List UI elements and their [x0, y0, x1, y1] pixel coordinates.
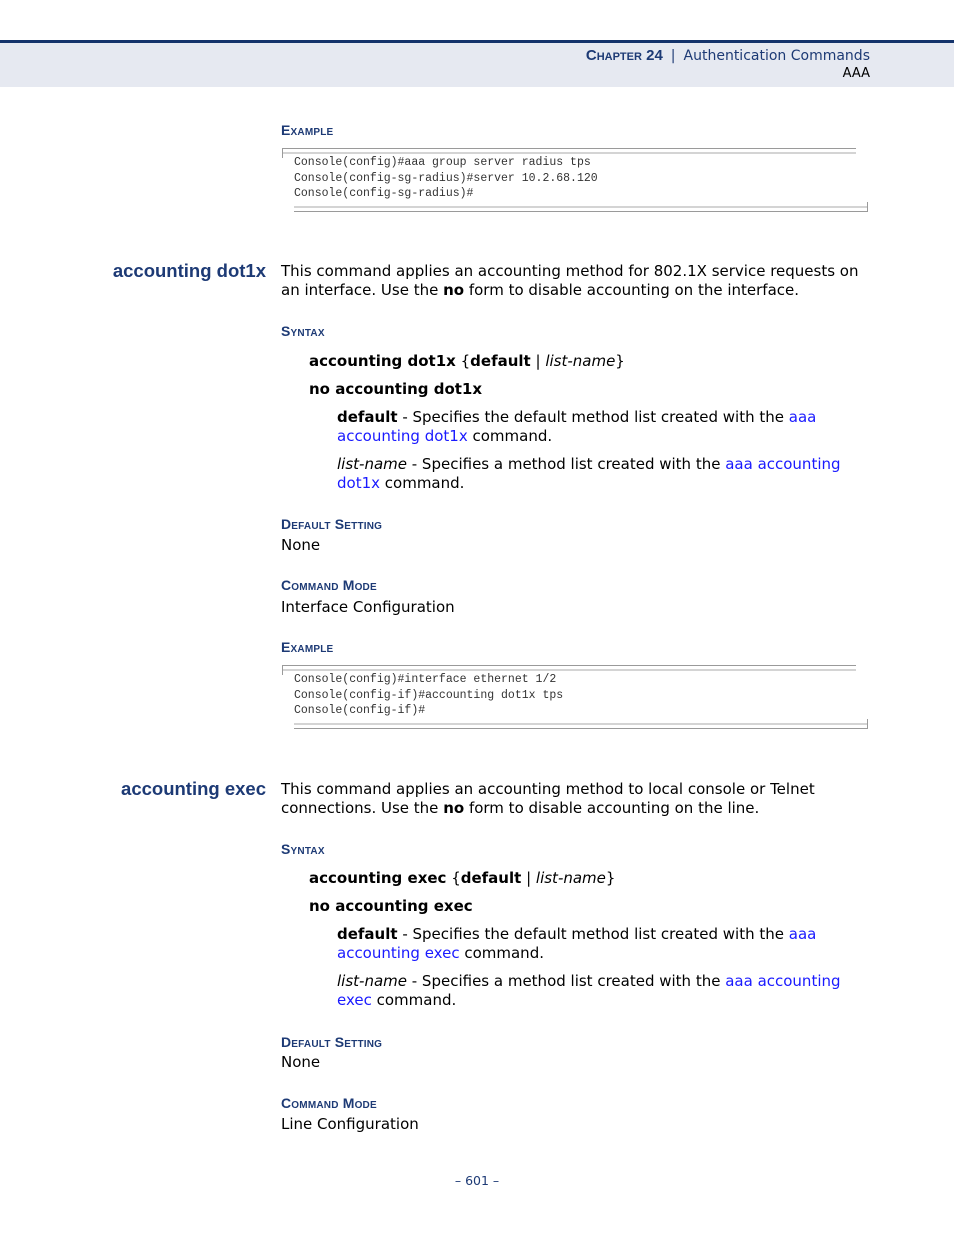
chapter-title: Authentication Commands	[683, 48, 870, 64]
syntax-no-form: no accounting dot1x	[309, 380, 482, 398]
example-heading: Example	[281, 639, 334, 655]
syntax-command: accounting exec	[309, 869, 447, 887]
default-setting-value: None	[281, 536, 321, 554]
parameter-item: default - Specifies the default method l…	[337, 408, 872, 446]
code-block: Console(config)#interface ethernet 1/2 C…	[282, 665, 868, 729]
command-mode-value: Interface Configuration	[281, 598, 455, 616]
syntax-pipe: |	[521, 869, 536, 887]
code-line: Console(config)#aaa group server radius …	[294, 156, 591, 169]
syntax-brace: }	[605, 869, 616, 887]
code-right-tick	[867, 719, 868, 729]
code-line: Console(config-if)#	[294, 704, 426, 717]
page-number: – 601 –	[454, 1173, 500, 1188]
description-bold: no	[443, 799, 465, 817]
parameter-text: command.	[467, 427, 553, 445]
parameter-item: default - Specifies the default method l…	[337, 925, 872, 963]
command-mode-heading: Command Mode	[281, 577, 377, 593]
code-block: Console(config)#aaa group server radius …	[282, 148, 868, 212]
syntax-pipe: |	[530, 352, 546, 370]
syntax-heading: Syntax	[281, 323, 325, 339]
parameter-text: - Specifies a method list created with t…	[406, 455, 726, 473]
parameter-text: - Specifies the default method list crea…	[397, 925, 789, 943]
code-top-rule	[282, 148, 856, 154]
header-chapter-line: Chapter 24 | Authentication Commands	[586, 47, 870, 64]
parameter-text: command.	[459, 944, 544, 962]
parameter-name: list-name	[337, 455, 407, 473]
chapter-number: Chapter 24	[585, 47, 663, 64]
code-line: Console(config-sg-radius)#	[294, 187, 474, 200]
description-bold: no	[443, 281, 465, 299]
command-mode-value: Line Configuration	[281, 1115, 419, 1133]
code-right-tick	[867, 202, 868, 212]
code-bottom-rule	[294, 206, 868, 212]
syntax-no-command: no accounting dot1x	[309, 380, 483, 398]
example-heading: Example	[281, 122, 334, 138]
header-separator: |	[670, 48, 676, 64]
default-setting-heading: Default Setting	[281, 1034, 383, 1050]
code-left-tick	[282, 148, 283, 158]
description-text: form to disable accounting on the line.	[464, 799, 760, 817]
code-line: Console(config-sg-radius)#server 10.2.68…	[294, 172, 598, 185]
syntax-no-form: no accounting exec	[309, 897, 473, 915]
command-description: This command applies an accounting metho…	[281, 262, 871, 300]
command-title: accounting exec	[121, 778, 266, 799]
code-left-tick	[282, 665, 283, 675]
command-title: accounting dot1x	[112, 260, 266, 281]
syntax-heading: Syntax	[281, 841, 325, 857]
syntax-option: default	[470, 352, 531, 370]
description-text: form to disable accounting on the interf…	[464, 281, 800, 299]
syntax-option: default	[460, 869, 522, 887]
parameter-text: - Specifies a method list created with t…	[406, 972, 726, 990]
syntax-brace: {	[455, 352, 471, 370]
parameter-text: command.	[380, 474, 465, 492]
syntax-command: accounting dot1x	[309, 352, 456, 370]
syntax-line: accounting dot1x {default | list-name}	[309, 352, 625, 370]
syntax-option: list-name	[535, 869, 606, 887]
default-setting-heading: Default Setting	[281, 516, 383, 532]
syntax-brace: {	[446, 869, 461, 887]
parameter-item: list-name - Specifies a method list crea…	[337, 972, 872, 1010]
parameter-item: list-name - Specifies a method list crea…	[337, 455, 872, 493]
parameter-name: default	[337, 925, 398, 943]
command-mode-heading: Command Mode	[281, 1095, 377, 1111]
command-description: This command applies an accounting metho…	[281, 780, 871, 818]
syntax-option: list-name	[545, 352, 616, 370]
code-line: Console(config-if)#accounting dot1x tps	[294, 689, 564, 702]
parameter-name: default	[337, 408, 398, 426]
parameter-text: - Specifies the default method list crea…	[397, 408, 789, 426]
syntax-line: accounting exec {default | list-name}	[309, 869, 615, 887]
parameter-text: command.	[371, 991, 457, 1009]
code-bottom-rule	[294, 723, 868, 729]
code-line: Console(config)#interface ethernet 1/2	[294, 673, 557, 686]
code-top-rule	[282, 665, 856, 671]
syntax-brace: }	[615, 352, 625, 370]
page-header: Chapter 24 | Authentication Commands AAA	[0, 40, 954, 87]
parameter-name: list-name	[337, 972, 407, 990]
default-setting-value: None	[281, 1053, 321, 1071]
header-section: AAA	[842, 66, 870, 81]
syntax-no-command: no accounting exec	[309, 897, 473, 915]
